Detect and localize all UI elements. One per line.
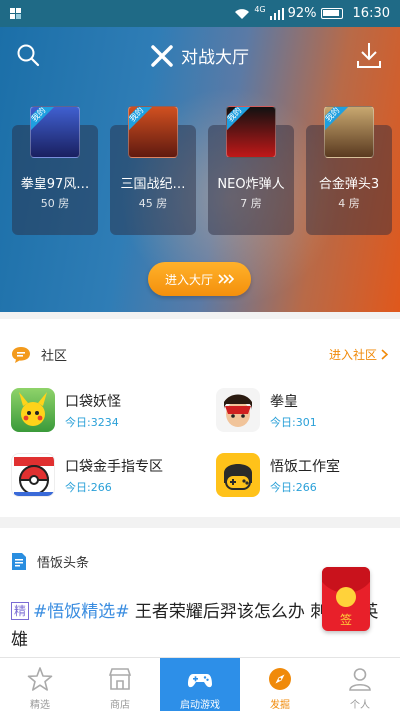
- room-count: 7 房: [240, 197, 262, 210]
- chevron-right-icon: [381, 349, 388, 360]
- my-game-tag: 我的: [325, 107, 351, 133]
- gold-coin-icon: [336, 587, 356, 607]
- wifi-icon: [235, 8, 250, 19]
- board-pokemon-cheats[interactable]: 口袋金手指专区 今日:266: [11, 453, 163, 497]
- game-card-metalslug3[interactable]: 我的 合金弹头3 4 房: [306, 106, 392, 235]
- store-icon: [108, 668, 132, 690]
- battery-percent: 92%: [287, 6, 317, 21]
- room-count: 45 房: [138, 197, 168, 210]
- person-icon: [349, 668, 371, 691]
- game-thumbnail: 我的: [226, 106, 276, 158]
- document-icon: [12, 553, 26, 570]
- wufan-studio-icon: [216, 453, 260, 497]
- battery-icon: [320, 8, 343, 19]
- signin-label: 签: [339, 613, 352, 627]
- triple-chevron-icon: [218, 274, 234, 284]
- game-card-bomberman[interactable]: 我的 NEO炸弹人 7 房: [208, 106, 294, 235]
- room-count: 50 房: [40, 197, 70, 210]
- tab-launch-game[interactable]: 启动游戏: [160, 658, 240, 711]
- my-game-tag: 我的: [227, 107, 253, 133]
- my-game-tag: 我的: [31, 107, 57, 133]
- clock: 16:30: [352, 6, 390, 21]
- board-today-count: 今日:266: [65, 480, 112, 494]
- game-name: 合金弹头3: [318, 177, 380, 192]
- community-section: 社区 进入社区 口袋妖怪 今日:3234 拳皇 今日:301 口袋金手指专区 今…: [0, 319, 400, 517]
- tab-featured[interactable]: 精选: [0, 658, 80, 711]
- game-thumbnail: 我的: [30, 106, 80, 158]
- kof-board-icon: [216, 388, 260, 432]
- board-name: 口袋金手指专区: [65, 458, 163, 475]
- tab-profile[interactable]: 个人: [320, 658, 400, 711]
- tab-store[interactable]: 商店: [80, 658, 160, 711]
- bottom-tab-bar: 精选 商店 启动游戏 发掘 个人: [0, 657, 400, 711]
- tab-label: 商店: [110, 700, 130, 711]
- board-pokemon[interactable]: 口袋妖怪 今日:3234: [11, 388, 121, 432]
- game-card-sanguo[interactable]: 我的 三国战纪… 45 房: [110, 106, 196, 235]
- tab-label: 启动游戏: [180, 700, 220, 711]
- board-today-count: 今日:266: [270, 480, 317, 494]
- game-name: NEO炸弹人: [217, 177, 285, 192]
- app-notification-icon: [10, 8, 22, 19]
- enter-community-label: 进入社区: [328, 348, 377, 362]
- tab-label: 发掘: [270, 700, 290, 711]
- board-wufan-studio[interactable]: 悟饭工作室 今日:266: [216, 453, 340, 497]
- board-name: 拳皇: [270, 393, 298, 410]
- tab-discover[interactable]: 发掘: [240, 658, 320, 711]
- enter-community-link[interactable]: 进入社区: [329, 346, 388, 363]
- signal-icon: [269, 7, 284, 20]
- board-today-count: 今日:301: [270, 415, 317, 429]
- game-thumbnail: 我的: [324, 106, 374, 158]
- my-game-tag: 我的: [129, 107, 155, 133]
- community-title: 社区: [41, 349, 68, 364]
- game-name: 三国战纪…: [120, 177, 186, 192]
- board-today-count: 今日:3234: [65, 415, 119, 429]
- compass-icon: [269, 668, 291, 690]
- board-kof[interactable]: 拳皇 今日:301: [216, 388, 317, 432]
- featured-tag: 精: [11, 602, 30, 620]
- gamepad-icon: [188, 674, 212, 688]
- game-room-list: 我的 拳皇97风… 50 房 我的 三国战纪… 45 房 我的 NEO炸弹人 7…: [12, 106, 392, 235]
- status-bar: 4G 92% 16:30: [0, 0, 400, 27]
- game-name: 拳皇97风…: [20, 177, 90, 192]
- network-type: 4G: [254, 5, 266, 14]
- tab-label: 精选: [30, 700, 50, 711]
- community-header: 社区: [11, 345, 67, 364]
- download-icon[interactable]: [356, 41, 382, 69]
- red-packet-signin-button[interactable]: 签: [322, 567, 370, 631]
- battle-swords-icon: [151, 44, 173, 67]
- game-card-kof97[interactable]: 我的 拳皇97风… 50 房: [12, 106, 98, 235]
- pokemon-board-icon: [11, 388, 55, 432]
- enter-hall-label: 进入大厅: [164, 272, 213, 287]
- enter-hall-button[interactable]: 进入大厅: [148, 262, 251, 296]
- page-title-text: 对战大厅: [181, 48, 249, 68]
- tab-label: 个人: [350, 700, 370, 711]
- board-name: 口袋妖怪: [65, 393, 121, 410]
- room-count: 4 房: [338, 197, 360, 210]
- chat-bubble-icon: [12, 346, 30, 363]
- board-name: 悟饭工作室: [270, 458, 340, 475]
- game-thumbnail: 我的: [128, 106, 178, 158]
- battle-hall-banner: 对战大厅 我的 拳皇97风… 50 房 我的 三国战纪… 45 房 我的 NEO…: [0, 27, 400, 312]
- headline-header: 悟饭头条: [11, 552, 89, 571]
- star-icon: [27, 667, 53, 691]
- page-title: 对战大厅: [0, 43, 400, 68]
- article-hashtag[interactable]: #悟饭精选#: [33, 602, 130, 622]
- headline-title: 悟饭头条: [37, 556, 90, 571]
- pokeball-board-icon: [11, 453, 55, 497]
